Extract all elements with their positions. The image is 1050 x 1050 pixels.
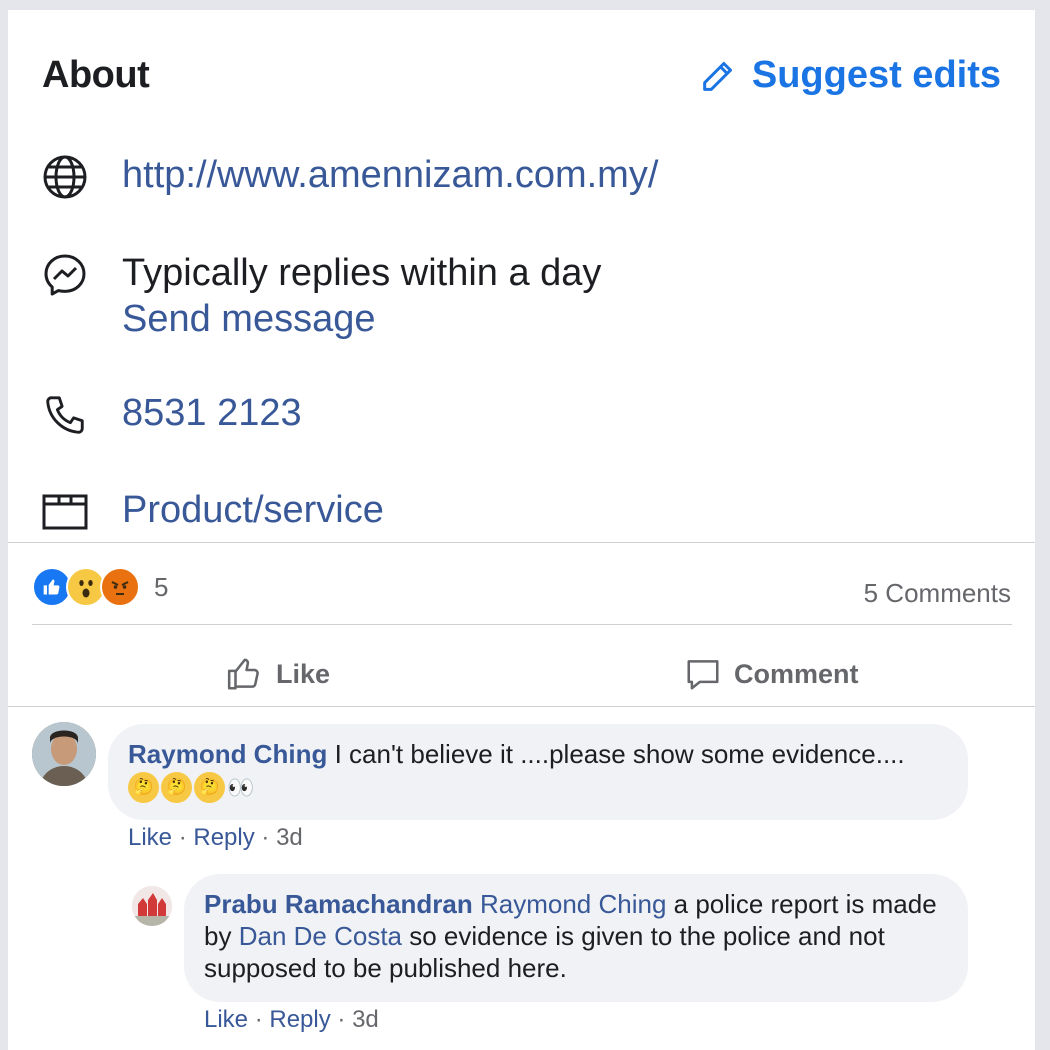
messenger-row: Typically replies within a day Send mess… [40,250,601,342]
reply-mention[interactable]: Raymond Ching [480,889,666,919]
comment-button[interactable]: Comment [684,655,859,693]
thinking-emoji: 🤔 [161,772,192,803]
comment-bubble: Raymond Ching I can't believe it ....ple… [108,724,968,820]
reply-bubble: Prabu Ramachandran Raymond Ching a polic… [184,874,968,1002]
comment-time: 3d [276,824,303,851]
page-card: About Suggest edits http://www.amennizam… [8,10,1035,1050]
globe-icon [40,152,90,202]
reply-like-link[interactable]: Like [204,1006,248,1033]
suggest-edits-label: Suggest edits [751,54,1001,96]
angry-reaction-icon [100,567,140,607]
comment-reply-link[interactable]: Reply [193,824,254,851]
comment-like-link[interactable]: Like [128,824,172,851]
comment-text: I can't believe it ....please show some … [334,739,905,769]
pencil-icon [703,61,732,91]
phone-icon [40,390,90,440]
like-button[interactable]: Like [226,655,330,693]
like-label: Like [276,658,331,689]
comment-author[interactable]: Raymond Ching [128,739,327,769]
section-divider [8,542,1035,543]
suggest-edits-button[interactable]: Suggest edits [698,54,1001,97]
category-row: Product/service [40,487,384,537]
about-heading: About [42,54,150,96]
avatar[interactable] [132,886,172,926]
reply-mention[interactable]: Dan De Costa [239,921,402,951]
thinking-emoji: 🤔 [194,772,225,803]
comment-meta: Like · Reply · 3d [128,824,303,851]
reactions-summary[interactable]: 5 [32,567,168,607]
reaction-count: 5 [154,571,169,602]
category-icon [40,487,90,537]
actions-divider [32,624,1012,625]
website-link[interactable]: http://www.amennizam.com.my/ [122,152,658,198]
comment-emojis: 🤔 🤔 🤔 👀 [128,772,948,804]
phone-number[interactable]: 8531 2123 [122,390,302,436]
response-time-text: Typically replies within a day [122,252,602,294]
reply-time: 3d [352,1006,379,1033]
phone-row: 8531 2123 [40,390,302,440]
comments-count-link[interactable]: 5 Comments [864,578,1011,609]
comments-divider [8,706,1035,707]
send-message-link[interactable]: Send message [122,296,601,342]
messenger-icon [40,250,90,300]
comment-icon [687,660,719,690]
thumbs-up-icon [227,658,259,690]
reply-author[interactable]: Prabu Ramachandran [204,889,473,919]
thinking-emoji: 🤔 [128,772,159,803]
reply-reply-link[interactable]: Reply [269,1006,330,1033]
eyes-emoji: 👀 [227,775,255,800]
reply-meta: Like · Reply · 3d [204,1006,379,1033]
website-row: http://www.amennizam.com.my/ [40,152,658,202]
comment-label: Comment [734,658,859,689]
avatar[interactable] [32,722,96,786]
category-link[interactable]: Product/service [122,487,384,533]
